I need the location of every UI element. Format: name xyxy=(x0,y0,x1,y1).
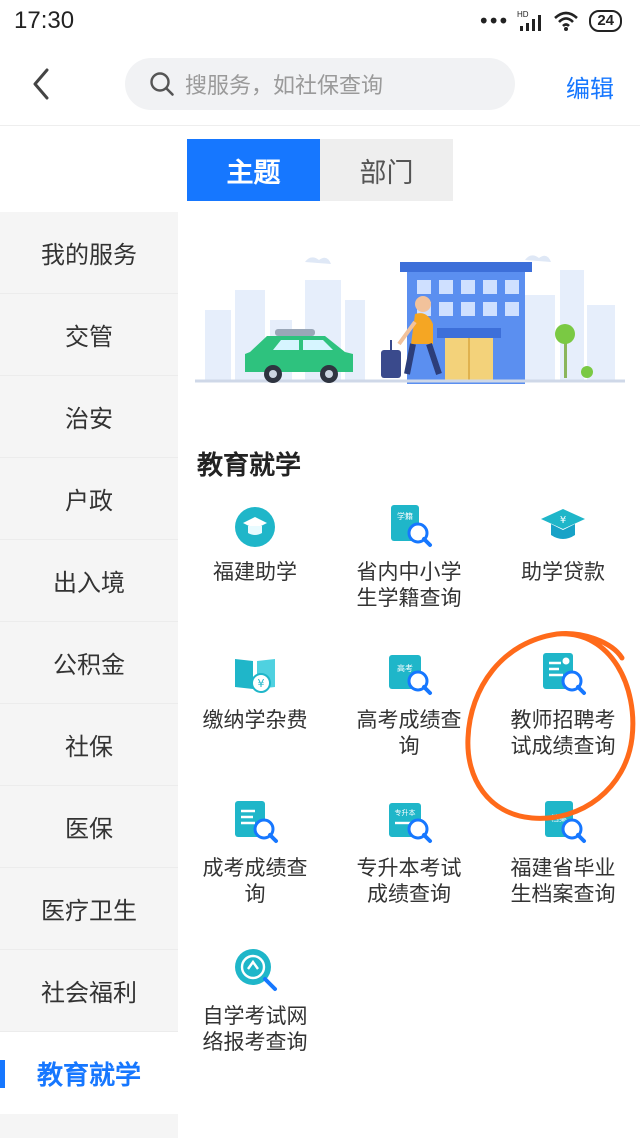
wifi-icon xyxy=(554,11,579,31)
svg-text:档案: 档案 xyxy=(551,813,567,823)
service-upgrade-exam-score-query[interactable]: 专升本 专升本考试成绩查询 xyxy=(332,791,486,939)
sidebar-item-household[interactable]: 户政 xyxy=(0,458,178,540)
svg-text:高考: 高考 xyxy=(397,663,413,673)
sidebar-item-medical-insurance[interactable]: 医保 xyxy=(0,786,178,868)
svg-text:¥: ¥ xyxy=(560,515,566,526)
sidebar-item-immigration[interactable]: 出入境 xyxy=(0,540,178,622)
service-self-study-exam-query[interactable]: 自学考试网络报考查询 xyxy=(178,939,332,1087)
tab-switcher: 主题 部门 xyxy=(187,139,453,201)
service-fujian-student-aid[interactable]: 福建助学 xyxy=(178,495,332,643)
upgrade-exam-score-icon: 专升本 xyxy=(389,803,432,843)
service-graduate-archive-query[interactable]: 档案 福建省毕业生档案查询 xyxy=(486,791,640,939)
sidebar-item-my-services[interactable]: 我的服务 xyxy=(0,212,178,294)
status-bar: 17:30 ••• HD 24 xyxy=(0,0,640,42)
mortarboard-yen-icon: ¥ xyxy=(541,509,585,539)
status-icons: ••• HD 24 xyxy=(478,9,622,33)
service-label: 自学考试网络报考查询 xyxy=(202,1004,308,1054)
signal-icon: HD xyxy=(517,10,542,31)
sidebar-item-welfare[interactable]: 社会福利 xyxy=(0,950,178,1032)
more-dots-icon: ••• xyxy=(477,9,509,33)
service-label: 福建省毕业生档案查询 xyxy=(510,856,616,906)
service-teacher-exam-score-query[interactable]: 教师招聘考试成绩查询 xyxy=(486,643,640,791)
gaokao-score-search-icon: 高考 xyxy=(389,655,432,695)
service-label: 高考成绩查询 xyxy=(356,708,462,758)
teacher-score-search-icon xyxy=(543,653,586,695)
svg-text:学籍: 学籍 xyxy=(397,511,413,521)
status-time: 17:30 xyxy=(14,7,75,34)
sidebar-item-traffic[interactable]: 交管 xyxy=(0,294,178,376)
graduate-archive-search-icon: 档案 xyxy=(545,801,586,843)
service-label: 教师招聘考试成绩查询 xyxy=(510,708,616,758)
book-yen-icon: ¥ xyxy=(235,659,275,693)
service-grid: 福建助学 学籍 省内中小学生学籍查询 ¥ 助学贷款 ¥ 缴纳学杂费 高考 高考成… xyxy=(178,495,640,1087)
self-study-exam-icon xyxy=(235,949,277,991)
service-label: 成考成绩查询 xyxy=(202,856,308,906)
tab-department[interactable]: 部门 xyxy=(320,139,453,201)
service-student-record-query[interactable]: 学籍 省内中小学生学籍查询 xyxy=(332,495,486,643)
graduate-cap-coin-icon xyxy=(235,507,275,547)
search-placeholder: 搜服务，如社保查询 xyxy=(185,74,384,99)
search-icon xyxy=(150,72,174,96)
service-label: 省内中小学生学籍查询 xyxy=(356,560,462,610)
service-tuition-payment[interactable]: ¥ 缴纳学杂费 xyxy=(178,643,332,791)
nav-bar: 搜服务，如社保查询 编辑 xyxy=(0,42,640,126)
section-title: 教育就学 xyxy=(197,451,302,481)
edit-button[interactable]: 编辑 xyxy=(566,69,614,104)
active-marker xyxy=(0,1060,5,1088)
service-label: 缴纳学杂费 xyxy=(202,708,308,732)
sidebar-item-social-security[interactable]: 社保 xyxy=(0,704,178,786)
sidebar-item-education[interactable]: 教育就学 xyxy=(0,1032,178,1114)
back-button[interactable] xyxy=(26,64,56,104)
tab-theme[interactable]: 主题 xyxy=(187,139,320,201)
svg-text:专升本: 专升本 xyxy=(395,808,416,817)
student-record-search-icon: 学籍 xyxy=(391,505,432,547)
svg-text:HD: HD xyxy=(517,10,529,19)
svg-text:¥: ¥ xyxy=(258,677,265,690)
sidebar-item-public-security[interactable]: 治安 xyxy=(0,376,178,458)
banner-illustration xyxy=(195,255,625,384)
chevron-left-icon xyxy=(33,68,49,100)
search-input[interactable]: 搜服务，如社保查询 xyxy=(125,58,515,110)
service-label: 专升本考试成绩查询 xyxy=(356,856,462,906)
category-sidebar: 我的服务 交管 治安 户政 出入境 公积金 社保 医保 医疗卫生 社会福利 教育… xyxy=(0,212,178,1138)
service-gaokao-score-query[interactable]: 高考 高考成绩查询 xyxy=(332,643,486,791)
sidebar-item-housing-fund[interactable]: 公积金 xyxy=(0,622,178,704)
sidebar-item-label: 教育就学 xyxy=(36,1060,141,1091)
battery-indicator: 24 xyxy=(589,10,622,32)
service-student-loan[interactable]: ¥ 助学贷款 xyxy=(486,495,640,643)
adult-exam-score-icon xyxy=(235,801,278,843)
sidebar-item-health[interactable]: 医疗卫生 xyxy=(0,868,178,950)
service-adult-exam-score-query[interactable]: 成考成绩查询 xyxy=(178,791,332,939)
service-label: 福建助学 xyxy=(213,560,297,584)
service-label: 助学贷款 xyxy=(521,560,605,584)
